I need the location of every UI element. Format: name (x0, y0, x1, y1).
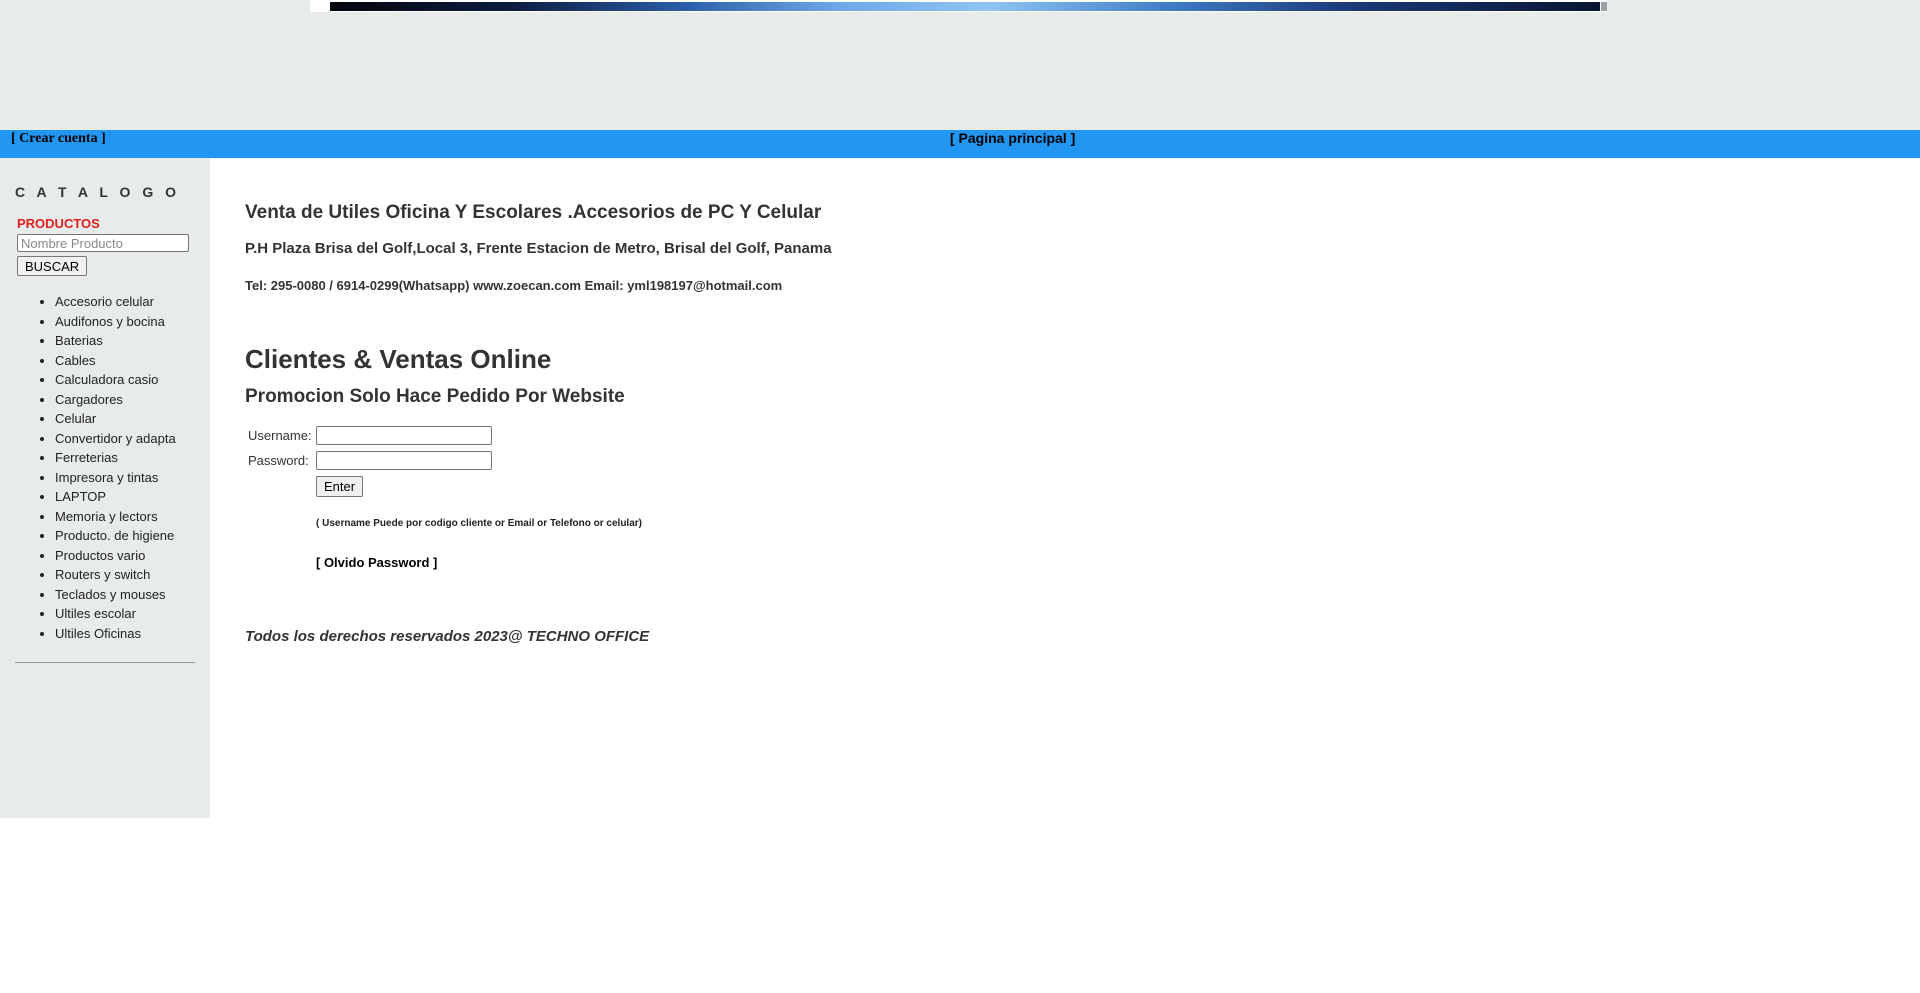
catalog-title: C A T A L O G O (15, 184, 180, 200)
store-contact: Tel: 295-0080 / 6914-0299(Whatsapp) www.… (245, 278, 783, 293)
category-item[interactable]: Cables (55, 351, 176, 371)
category-item[interactable]: Accesorio celular (55, 292, 176, 312)
category-item[interactable]: Calculadora casio (55, 370, 176, 390)
password-label: Password: (248, 453, 309, 468)
products-label: PRODUCTOS (17, 216, 100, 231)
category-item[interactable]: Baterias (55, 331, 176, 351)
category-item[interactable]: Producto. de higiene (55, 526, 176, 546)
main-content: Venta de Utiles Oficina Y Escolares .Acc… (245, 158, 1845, 818)
search-button[interactable]: BUSCAR (17, 256, 88, 276)
category-item[interactable]: Impresora y tintas (55, 468, 176, 488)
home-page-link[interactable]: [ Pagina principal ] (950, 130, 1075, 146)
promo-title: Promocion Solo Hace Pedido Por Website (245, 386, 625, 407)
store-title: Venta de Utiles Oficina Y Escolares .Acc… (245, 202, 822, 223)
username-hint: ( Username Puede por codigo cliente or E… (316, 518, 642, 529)
footer-copyright: Todos los derechos reservados 2023@ TECH… (245, 628, 650, 645)
username-field[interactable] (316, 426, 492, 445)
catalog-sidebar: C A T A L O G O PRODUCTOS BUSCAR Accesor… (0, 158, 210, 818)
create-account-link[interactable]: [ Crear cuenta ] (11, 131, 106, 147)
product-search-input[interactable] (17, 234, 189, 252)
enter-button[interactable]: Enter (316, 476, 364, 497)
category-item[interactable]: Ferreterias (55, 448, 176, 468)
category-item[interactable]: Ultiles Oficinas (55, 624, 176, 644)
category-item[interactable]: Productos vario (55, 546, 176, 566)
category-item[interactable]: Ultiles escolar (55, 604, 176, 624)
banner-image (310, 0, 1607, 12)
category-item[interactable]: Cargadores (55, 390, 176, 410)
category-list: Accesorio celularAudifonos y bocinaBater… (55, 292, 176, 643)
banner-strip (330, 2, 1600, 11)
section-title: Clientes & Ventas Online (245, 344, 552, 374)
store-address: P.H Plaza Brisa del Golf,Local 3, Frente… (245, 240, 832, 257)
password-field[interactable] (316, 451, 492, 470)
forgot-password-link[interactable]: [ Olvido Password ] (316, 555, 437, 570)
category-item[interactable]: Memoria y lectors (55, 507, 176, 527)
sidebar-divider (15, 662, 195, 663)
category-item[interactable]: Celular (55, 409, 176, 429)
category-item[interactable]: Routers y switch (55, 565, 176, 585)
username-label: Username: (248, 428, 312, 443)
category-item[interactable]: Audifonos y bocina (55, 312, 176, 332)
category-item[interactable]: Teclados y mouses (55, 585, 176, 605)
category-item[interactable]: LAPTOP (55, 487, 176, 507)
banner-edge (1601, 2, 1607, 11)
header-band (0, 0, 1920, 130)
category-item[interactable]: Convertidor y adapta (55, 429, 176, 449)
